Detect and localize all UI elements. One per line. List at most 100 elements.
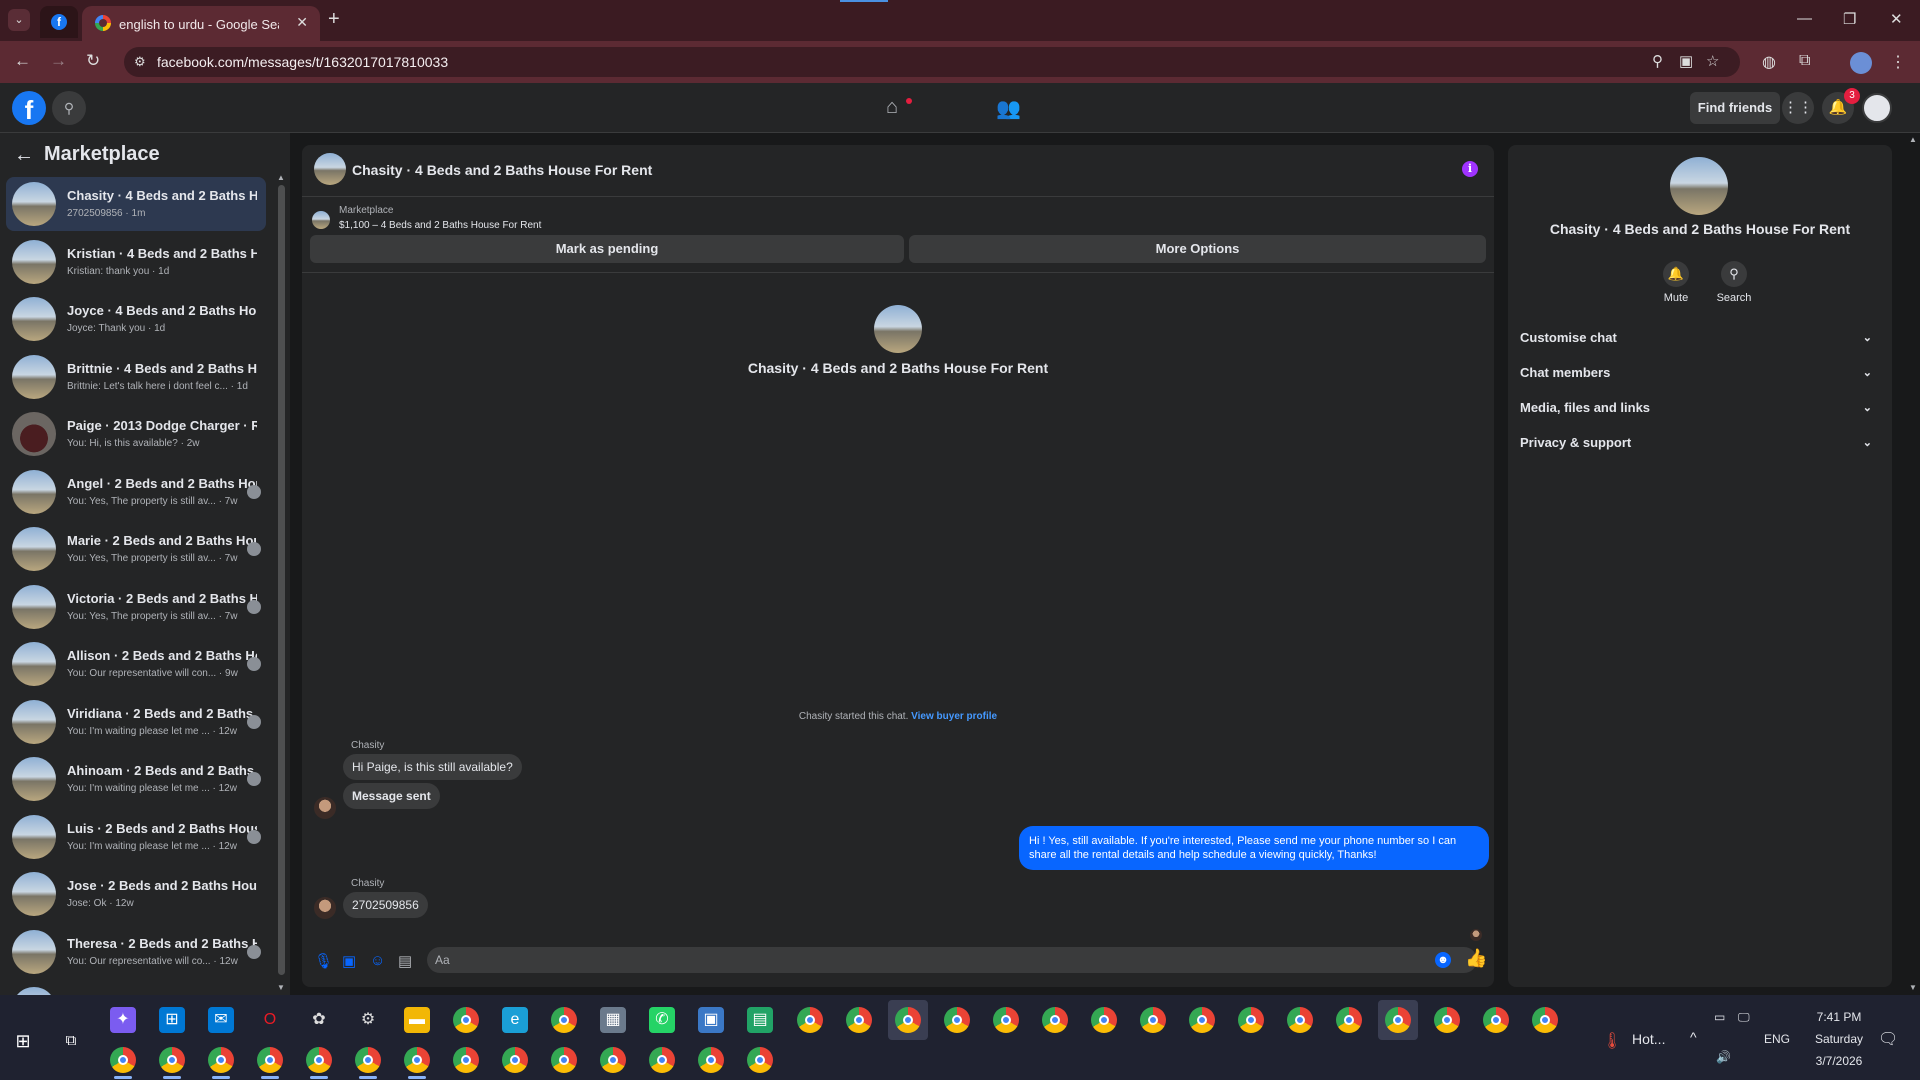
weather-text[interactable]: Hot... bbox=[1632, 1031, 1665, 1047]
chrome-window-icon[interactable] bbox=[404, 1047, 430, 1073]
site-info-icon[interactable]: ⚙ bbox=[134, 54, 146, 70]
search-action[interactable]: ⚲ Search bbox=[1714, 261, 1754, 304]
bell-icon[interactable]: 🔔 bbox=[1663, 261, 1689, 287]
message-input[interactable] bbox=[435, 951, 1415, 969]
listing-thumbnail[interactable] bbox=[312, 211, 330, 229]
back-arrow-icon[interactable]: ← bbox=[14, 144, 34, 167]
conversation-item[interactable]: Marie · 2 Beds and 2 Baths House You: Yes… bbox=[6, 522, 266, 576]
bookmark-star-icon[interactable]: ☆ bbox=[1706, 52, 1719, 70]
chatgpt-icon[interactable]: ✿ bbox=[306, 1007, 332, 1033]
conversation-item[interactable]: Jose · 2 Beds and 2 Baths House Jose: Ok … bbox=[6, 867, 266, 921]
scroll-down-arrow[interactable]: ▼ bbox=[277, 983, 285, 992]
chrome-window-icon[interactable] bbox=[257, 1047, 283, 1073]
settings-icon[interactable]: ⚙ bbox=[355, 1007, 381, 1033]
info-icon[interactable]: i bbox=[1462, 161, 1478, 177]
scroll-up-arrow[interactable]: ▲ bbox=[1909, 135, 1917, 144]
windows-start-icon[interactable]: ⊞ bbox=[10, 1028, 36, 1054]
file-explorer-icon[interactable]: ▬ bbox=[404, 1007, 430, 1033]
more-options-button[interactable]: More Options bbox=[909, 235, 1486, 263]
chrome-window-icon[interactable] bbox=[502, 1047, 528, 1073]
volume-icon[interactable]: 🔊 bbox=[1716, 1050, 1731, 1064]
opera-icon[interactable]: O bbox=[257, 1007, 283, 1033]
section-privacy-support[interactable]: Privacy & support ⌄ bbox=[1520, 429, 1880, 457]
chrome-window-icon[interactable] bbox=[846, 1007, 872, 1033]
incoming-message[interactable]: Message sent bbox=[343, 783, 440, 809]
account-avatar[interactable] bbox=[1862, 93, 1892, 123]
store-icon[interactable]: ⊞ bbox=[159, 1007, 185, 1033]
minimize-button[interactable]: — bbox=[1797, 10, 1812, 27]
tab-facebook[interactable]: f bbox=[40, 6, 78, 38]
clock-time[interactable]: 7:41 PM bbox=[1807, 1010, 1871, 1024]
incoming-message[interactable]: Hi Paige, is this still available? bbox=[343, 754, 522, 780]
chrome-window-icon[interactable] bbox=[649, 1047, 675, 1073]
find-friends-button[interactable]: Find friends bbox=[1690, 92, 1780, 124]
conversation-item[interactable]: Kristian · 4 Beds and 2 Baths House For … bbox=[6, 235, 266, 289]
conversation-item[interactable]: Luis · 2 Beds and 2 Baths House You: I'm … bbox=[6, 810, 266, 864]
chrome-window-icon[interactable] bbox=[551, 1047, 577, 1073]
chrome-window-icon[interactable] bbox=[208, 1047, 234, 1073]
mute-action[interactable]: 🔔 Mute bbox=[1656, 261, 1696, 304]
browser-profile-avatar[interactable] bbox=[1850, 52, 1872, 74]
conversation-item[interactable]: Paige · 2013 Dodge Charger · R/T You: Hi,… bbox=[6, 407, 266, 461]
chrome-window-icon[interactable] bbox=[1532, 1007, 1558, 1033]
chrome-window-icon[interactable] bbox=[159, 1047, 185, 1073]
language-indicator[interactable]: ENG bbox=[1764, 1032, 1790, 1046]
search-icon[interactable]: ⚲ bbox=[1721, 261, 1747, 287]
conversation-item[interactable]: Chasity · 4 Beds and 2 Baths House For R… bbox=[6, 177, 266, 231]
conversation-item[interactable]: Joyce · 4 Beds and 2 Baths House For Ren… bbox=[6, 292, 266, 346]
facebook-logo[interactable]: f bbox=[12, 91, 46, 125]
forward-button[interactable]: → bbox=[50, 51, 67, 71]
task-view-icon[interactable]: ⧉ bbox=[58, 1028, 84, 1054]
emoji-icon[interactable]: ☻ bbox=[1435, 952, 1451, 968]
chrome-icon[interactable] bbox=[453, 1007, 479, 1033]
chrome-window-icon[interactable] bbox=[1483, 1007, 1509, 1033]
chrome-window-icon[interactable] bbox=[1385, 1007, 1411, 1033]
search-icon[interactable]: ⚲ bbox=[52, 91, 86, 125]
copilot-icon[interactable]: ✦ bbox=[110, 1007, 136, 1033]
tab-search-button[interactable]: ⌄ bbox=[8, 9, 30, 31]
info-avatar[interactable] bbox=[1670, 157, 1728, 215]
url-bar[interactable]: ⚙ facebook.com/messages/t/16320170178100… bbox=[124, 47, 1740, 77]
chrome-window-icon[interactable] bbox=[895, 1007, 921, 1033]
reload-button[interactable]: ↻ bbox=[86, 51, 100, 71]
url-text[interactable]: facebook.com/messages/t/1632017017810033 bbox=[157, 54, 448, 70]
sticker-icon[interactable]: ☺ bbox=[370, 952, 385, 969]
back-button[interactable]: ← bbox=[14, 51, 31, 71]
conversation-item[interactable]: Sonjia · 2 Beds and 2 Baths House bbox=[6, 982, 266, 995]
chrome-profile-icon[interactable] bbox=[551, 1007, 577, 1033]
photos-icon[interactable]: ▦ bbox=[600, 1007, 626, 1033]
conversation-item[interactable]: Angel · 2 Beds and 2 Baths House You: Yes… bbox=[6, 465, 266, 519]
menu-grid-icon[interactable]: ⋮⋮ bbox=[1782, 92, 1814, 124]
conversation-item[interactable]: Victoria · 2 Beds and 2 Baths House You: … bbox=[6, 580, 266, 634]
extensions-icon[interactable]: ⧉ bbox=[1799, 52, 1810, 70]
tablet-icon[interactable]: ▭ bbox=[1714, 1010, 1725, 1024]
chrome-window-icon[interactable] bbox=[1336, 1007, 1362, 1033]
listing-price-title[interactable]: $1,100 – 4 Beds and 2 Baths House For Re… bbox=[339, 220, 541, 231]
section-media-files-links[interactable]: Media, files and links ⌄ bbox=[1520, 394, 1880, 422]
chrome-window-icon[interactable] bbox=[1140, 1007, 1166, 1033]
outgoing-message[interactable]: Hi ! Yes, still available. If you're int… bbox=[1019, 826, 1489, 870]
chrome-window-icon[interactable] bbox=[1042, 1007, 1068, 1033]
chrome-window-icon[interactable] bbox=[797, 1007, 823, 1033]
chrome-window-icon[interactable] bbox=[747, 1047, 773, 1073]
scroll-down-arrow[interactable]: ▼ bbox=[1909, 983, 1917, 992]
gif-icon[interactable]: ▤ bbox=[398, 952, 412, 970]
conversation-item[interactable]: Ahinoam · 2 Beds and 2 Baths House You: I… bbox=[6, 752, 266, 806]
network-icon[interactable]: 🖵 bbox=[1738, 1010, 1750, 1025]
message-composer[interactable] bbox=[427, 947, 1477, 973]
chrome-window-icon[interactable] bbox=[306, 1047, 332, 1073]
sender-avatar[interactable] bbox=[314, 797, 336, 819]
conversation-item[interactable]: Allison · 2 Beds and 2 Baths House You: O… bbox=[6, 637, 266, 691]
mark-as-pending-button[interactable]: Mark as pending bbox=[310, 235, 904, 263]
chrome-window-icon[interactable] bbox=[698, 1047, 724, 1073]
sender-avatar[interactable] bbox=[314, 897, 336, 919]
conversation-item[interactable]: Theresa · 2 Beds and 2 Baths House You: O… bbox=[6, 925, 266, 979]
messaging-app-icon[interactable]: ✉ bbox=[208, 1007, 234, 1033]
friends-icon[interactable]: 👥 bbox=[996, 96, 1021, 121]
clock-date[interactable]: 3/7/2026 bbox=[1807, 1054, 1871, 1068]
sheets-icon[interactable]: ▤ bbox=[747, 1007, 773, 1033]
chrome-window-icon[interactable] bbox=[355, 1047, 381, 1073]
clock-day[interactable]: Saturday bbox=[1807, 1032, 1871, 1046]
chrome-window-icon[interactable] bbox=[110, 1047, 136, 1073]
chat-avatar[interactable] bbox=[314, 153, 346, 185]
